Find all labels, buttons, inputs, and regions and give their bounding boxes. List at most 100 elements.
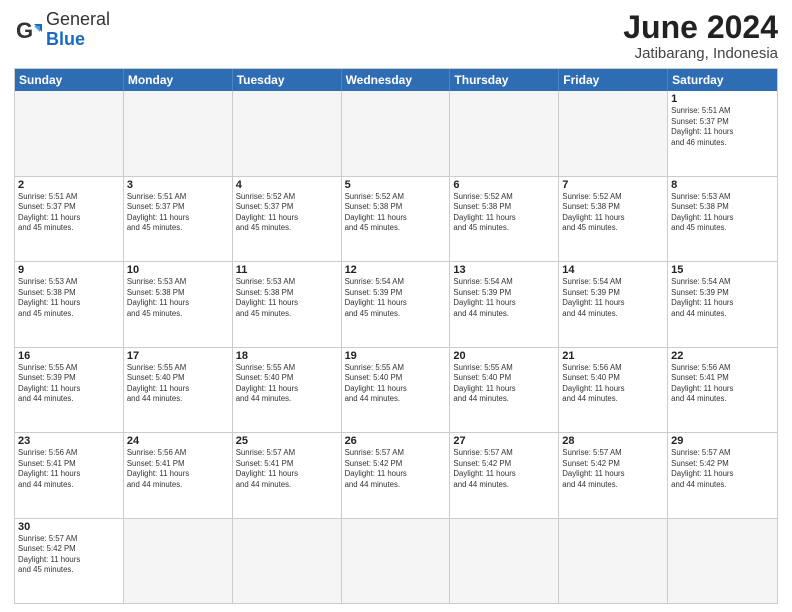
calendar-cell: 22Sunrise: 5:56 AM Sunset: 5:41 PM Dayli…: [668, 348, 777, 432]
day-number: 12: [345, 264, 447, 276]
day-number: 4: [236, 179, 338, 191]
calendar-week-row: 9Sunrise: 5:53 AM Sunset: 5:38 PM Daylig…: [15, 261, 777, 346]
day-number: 30: [18, 521, 120, 533]
day-number: 22: [671, 350, 774, 362]
day-number: 25: [236, 435, 338, 447]
day-number: 23: [18, 435, 120, 447]
day-info: Sunrise: 5:55 AM Sunset: 5:40 PM Dayligh…: [453, 363, 555, 405]
calendar-cell: 24Sunrise: 5:56 AM Sunset: 5:41 PM Dayli…: [124, 433, 233, 517]
calendar-cell: 29Sunrise: 5:57 AM Sunset: 5:42 PM Dayli…: [668, 433, 777, 517]
day-info: Sunrise: 5:54 AM Sunset: 5:39 PM Dayligh…: [453, 277, 555, 319]
logo-icon: G: [14, 16, 42, 44]
calendar-cell: 7Sunrise: 5:52 AM Sunset: 5:38 PM Daylig…: [559, 177, 668, 261]
calendar-cell: 4Sunrise: 5:52 AM Sunset: 5:37 PM Daylig…: [233, 177, 342, 261]
day-info: Sunrise: 5:54 AM Sunset: 5:39 PM Dayligh…: [671, 277, 774, 319]
calendar-cell: [559, 519, 668, 603]
calendar-cell: 13Sunrise: 5:54 AM Sunset: 5:39 PM Dayli…: [450, 262, 559, 346]
day-number: 10: [127, 264, 229, 276]
calendar-week-row: 1Sunrise: 5:51 AM Sunset: 5:37 PM Daylig…: [15, 91, 777, 175]
calendar-header-row: SundayMondayTuesdayWednesdayThursdayFrid…: [15, 69, 777, 91]
calendar-header-cell: Saturday: [668, 69, 777, 91]
calendar-cell: 6Sunrise: 5:52 AM Sunset: 5:38 PM Daylig…: [450, 177, 559, 261]
calendar-cell: 2Sunrise: 5:51 AM Sunset: 5:37 PM Daylig…: [15, 177, 124, 261]
calendar-cell: [450, 519, 559, 603]
day-number: 9: [18, 264, 120, 276]
calendar-cell: [450, 91, 559, 175]
day-info: Sunrise: 5:53 AM Sunset: 5:38 PM Dayligh…: [18, 277, 120, 319]
day-info: Sunrise: 5:55 AM Sunset: 5:40 PM Dayligh…: [127, 363, 229, 405]
calendar-week-row: 16Sunrise: 5:55 AM Sunset: 5:39 PM Dayli…: [15, 347, 777, 432]
calendar-cell: [233, 519, 342, 603]
day-number: 3: [127, 179, 229, 191]
day-info: Sunrise: 5:55 AM Sunset: 5:40 PM Dayligh…: [236, 363, 338, 405]
calendar-cell: 30Sunrise: 5:57 AM Sunset: 5:42 PM Dayli…: [15, 519, 124, 603]
day-number: 26: [345, 435, 447, 447]
calendar-cell: 28Sunrise: 5:57 AM Sunset: 5:42 PM Dayli…: [559, 433, 668, 517]
day-info: Sunrise: 5:52 AM Sunset: 5:37 PM Dayligh…: [236, 192, 338, 234]
day-info: Sunrise: 5:51 AM Sunset: 5:37 PM Dayligh…: [18, 192, 120, 234]
day-number: 7: [562, 179, 664, 191]
day-info: Sunrise: 5:52 AM Sunset: 5:38 PM Dayligh…: [345, 192, 447, 234]
day-info: Sunrise: 5:54 AM Sunset: 5:39 PM Dayligh…: [562, 277, 664, 319]
calendar-cell: 27Sunrise: 5:57 AM Sunset: 5:42 PM Dayli…: [450, 433, 559, 517]
day-info: Sunrise: 5:53 AM Sunset: 5:38 PM Dayligh…: [127, 277, 229, 319]
calendar-cell: 21Sunrise: 5:56 AM Sunset: 5:40 PM Dayli…: [559, 348, 668, 432]
calendar-cell: [124, 519, 233, 603]
day-info: Sunrise: 5:57 AM Sunset: 5:42 PM Dayligh…: [345, 448, 447, 490]
day-number: 29: [671, 435, 774, 447]
calendar-cell: [15, 91, 124, 175]
calendar-header-cell: Monday: [124, 69, 233, 91]
day-number: 20: [453, 350, 555, 362]
day-number: 21: [562, 350, 664, 362]
calendar-cell: 11Sunrise: 5:53 AM Sunset: 5:38 PM Dayli…: [233, 262, 342, 346]
calendar-cell: 1Sunrise: 5:51 AM Sunset: 5:37 PM Daylig…: [668, 91, 777, 175]
calendar-cell: 10Sunrise: 5:53 AM Sunset: 5:38 PM Dayli…: [124, 262, 233, 346]
day-number: 2: [18, 179, 120, 191]
day-number: 15: [671, 264, 774, 276]
calendar-header-cell: Sunday: [15, 69, 124, 91]
calendar-cell: 25Sunrise: 5:57 AM Sunset: 5:41 PM Dayli…: [233, 433, 342, 517]
calendar-cell: 3Sunrise: 5:51 AM Sunset: 5:37 PM Daylig…: [124, 177, 233, 261]
day-number: 17: [127, 350, 229, 362]
calendar-cell: [342, 519, 451, 603]
day-info: Sunrise: 5:56 AM Sunset: 5:40 PM Dayligh…: [562, 363, 664, 405]
main-title: June 2024: [623, 10, 778, 45]
day-info: Sunrise: 5:55 AM Sunset: 5:40 PM Dayligh…: [345, 363, 447, 405]
day-info: Sunrise: 5:57 AM Sunset: 5:42 PM Dayligh…: [453, 448, 555, 490]
calendar-cell: 16Sunrise: 5:55 AM Sunset: 5:39 PM Dayli…: [15, 348, 124, 432]
calendar-header-cell: Thursday: [450, 69, 559, 91]
day-info: Sunrise: 5:53 AM Sunset: 5:38 PM Dayligh…: [671, 192, 774, 234]
day-info: Sunrise: 5:56 AM Sunset: 5:41 PM Dayligh…: [127, 448, 229, 490]
day-info: Sunrise: 5:52 AM Sunset: 5:38 PM Dayligh…: [453, 192, 555, 234]
calendar-week-row: 23Sunrise: 5:56 AM Sunset: 5:41 PM Dayli…: [15, 432, 777, 517]
day-info: Sunrise: 5:51 AM Sunset: 5:37 PM Dayligh…: [671, 106, 774, 148]
day-info: Sunrise: 5:52 AM Sunset: 5:38 PM Dayligh…: [562, 192, 664, 234]
calendar-cell: 12Sunrise: 5:54 AM Sunset: 5:39 PM Dayli…: [342, 262, 451, 346]
logo: G GeneralBlue: [14, 10, 110, 50]
day-info: Sunrise: 5:57 AM Sunset: 5:41 PM Dayligh…: [236, 448, 338, 490]
calendar-cell: 14Sunrise: 5:54 AM Sunset: 5:39 PM Dayli…: [559, 262, 668, 346]
day-number: 27: [453, 435, 555, 447]
day-info: Sunrise: 5:57 AM Sunset: 5:42 PM Dayligh…: [671, 448, 774, 490]
calendar-cell: 17Sunrise: 5:55 AM Sunset: 5:40 PM Dayli…: [124, 348, 233, 432]
calendar-week-row: 30Sunrise: 5:57 AM Sunset: 5:42 PM Dayli…: [15, 518, 777, 603]
calendar-week-row: 2Sunrise: 5:51 AM Sunset: 5:37 PM Daylig…: [15, 176, 777, 261]
calendar-cell: [124, 91, 233, 175]
calendar-body: 1Sunrise: 5:51 AM Sunset: 5:37 PM Daylig…: [15, 91, 777, 603]
day-number: 13: [453, 264, 555, 276]
calendar-cell: 26Sunrise: 5:57 AM Sunset: 5:42 PM Dayli…: [342, 433, 451, 517]
calendar-header-cell: Friday: [559, 69, 668, 91]
page: G GeneralBlue June 2024 Jatibarang, Indo…: [0, 0, 792, 612]
logo-text: GeneralBlue: [46, 10, 110, 50]
calendar-cell: 9Sunrise: 5:53 AM Sunset: 5:38 PM Daylig…: [15, 262, 124, 346]
day-number: 19: [345, 350, 447, 362]
calendar-cell: 23Sunrise: 5:56 AM Sunset: 5:41 PM Dayli…: [15, 433, 124, 517]
calendar-cell: 18Sunrise: 5:55 AM Sunset: 5:40 PM Dayli…: [233, 348, 342, 432]
day-info: Sunrise: 5:56 AM Sunset: 5:41 PM Dayligh…: [671, 363, 774, 405]
day-info: Sunrise: 5:55 AM Sunset: 5:39 PM Dayligh…: [18, 363, 120, 405]
subtitle: Jatibarang, Indonesia: [623, 45, 778, 62]
calendar-cell: 5Sunrise: 5:52 AM Sunset: 5:38 PM Daylig…: [342, 177, 451, 261]
calendar-header-cell: Wednesday: [342, 69, 451, 91]
day-number: 1: [671, 93, 774, 105]
day-info: Sunrise: 5:56 AM Sunset: 5:41 PM Dayligh…: [18, 448, 120, 490]
